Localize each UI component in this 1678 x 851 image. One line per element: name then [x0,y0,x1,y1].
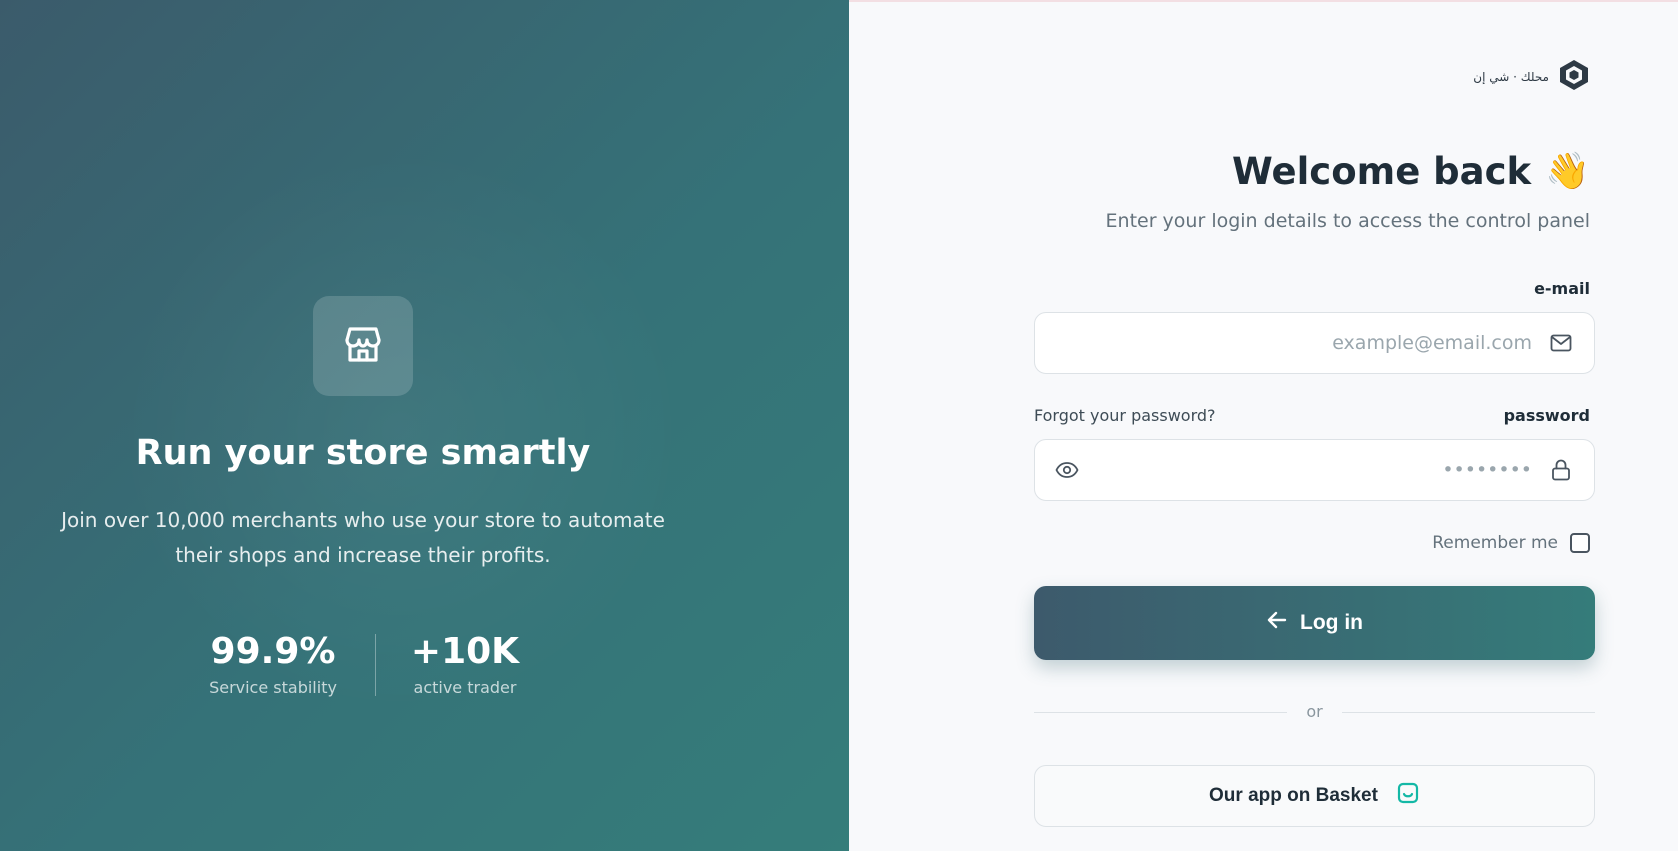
password-field-wrapper [1034,439,1595,501]
login-button-label: Log in [1300,611,1363,634]
hero-description: Join over 10,000 merchants who use your … [61,508,665,567]
mail-icon [1548,330,1574,356]
page-title: Welcome back [1232,150,1532,193]
hero-stats: 99.9% Service stability +10K active trad… [0,628,726,708]
stat-value: 99.9% [210,631,336,672]
stat-value: +10K [410,631,520,672]
remember-me-label: Remember me [1432,533,1558,553]
brand-text: محلك · شي إن [1473,70,1549,84]
stat-stability: 99.9% Service stability [193,628,353,697]
password-label: password [1503,406,1590,425]
stat-label: active trader [413,678,517,697]
login-subtitle: Enter your login details to access the c… [1105,210,1590,232]
store-icon [339,320,387,372]
login-button[interactable]: Log in [1034,586,1595,660]
email-input[interactable] [1035,313,1532,373]
hero-title: Run your store smartly [135,433,591,473]
divider-line [1342,712,1595,713]
email-label: e-mail [1534,279,1590,298]
eye-icon[interactable] [1054,457,1080,483]
basket-icon [1396,781,1420,811]
email-field-wrapper [1034,312,1595,374]
basket-app-label: Our app on Basket [1209,785,1378,806]
password-input[interactable] [1088,440,1532,500]
waving-hand-icon: 👋 [1545,150,1590,192]
or-divider: or [1034,702,1595,722]
store-icon-box [313,296,413,396]
stats-divider [375,634,376,696]
login-panel: محلك · شي إن Welcome back 👋 Enter your l… [849,0,1678,851]
arrow-left-icon [1266,609,1288,637]
brand-logo[interactable]: محلك · شي إن [1473,58,1591,96]
remember-me-checkbox[interactable] [1570,533,1590,553]
lock-icon [1548,457,1574,483]
stat-label: Service stability [209,678,337,697]
hero-panel: Run your store smartly Join over 10,000 … [0,0,849,851]
welcome-heading: Welcome back 👋 [1232,150,1590,193]
remember-me[interactable]: Remember me [1432,533,1590,553]
brand-logo-icon [1557,58,1591,96]
stat-traders: +10K active trader [395,628,535,697]
basket-app-button[interactable]: Our app on Basket [1034,765,1595,827]
forgot-password-link[interactable]: Forgot your password? [1034,406,1216,425]
